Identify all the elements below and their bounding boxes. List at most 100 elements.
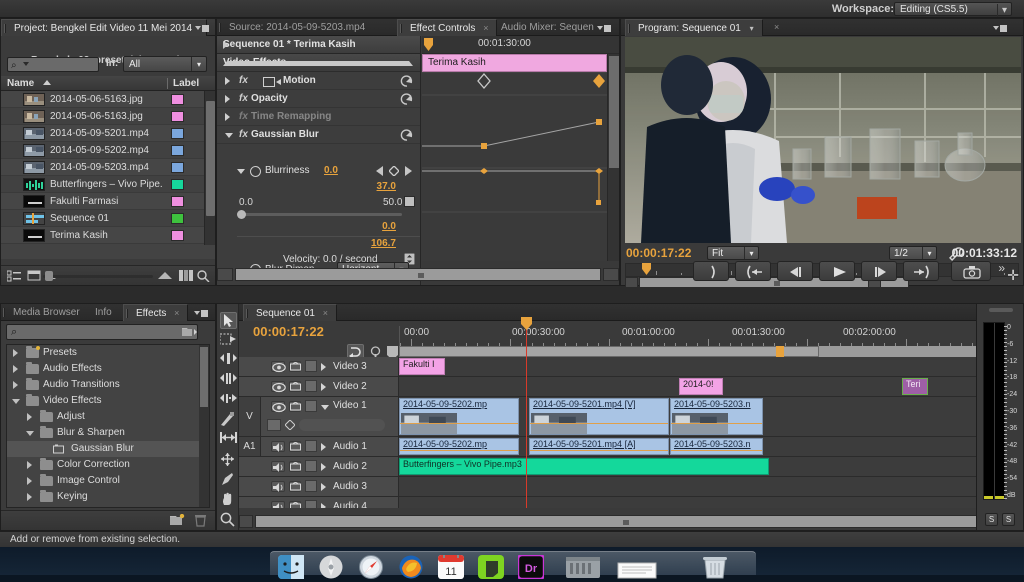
add-button-icon[interactable]: ✛ [1007,267,1019,284]
selection-tool[interactable] [220,312,237,329]
chevron-right-icon[interactable] [223,41,414,49]
effect-row[interactable]: fx Opacity [217,90,420,108]
dock-notes-icon[interactable] [478,555,504,579]
effects-tree-folder[interactable]: Video Effects [7,393,209,409]
disclosure-triangle-icon[interactable] [12,399,20,404]
reset-icon[interactable] [400,93,413,105]
add-remove-keyframe-icon[interactable] [284,419,296,433]
timeline-clip[interactable]: Fakulti I [399,358,445,375]
item-label-color[interactable] [171,128,184,139]
scrollbar-track[interactable] [255,515,991,528]
effects-tree-folder[interactable]: Audio Transitions [7,377,209,393]
project-in-filter-select[interactable]: All ▾ [123,56,207,72]
blurriness-slider-knob[interactable] [237,210,246,219]
project-item-row[interactable]: 2014-05-06-5163.jpg [1,91,215,108]
disclosure-triangle-icon[interactable] [27,461,32,469]
item-label-color[interactable] [171,145,184,156]
timeline-tracks[interactable]: Video 3 Fakulti I Video 2 2014-0! Teri V Video… [239,357,1023,508]
reset-icon[interactable] [400,75,413,87]
project-item-row[interactable]: Butterfingers – Vivo Pipe. [1,176,215,193]
track-header[interactable]: Audio 4 [239,497,399,508]
project-item-row[interactable]: 2014-05-06-5163.jpg [1,108,215,125]
blurriness-slider-track[interactable] [240,213,402,216]
rate-stretch-tool[interactable] [220,392,237,409]
disclosure-triangle-icon[interactable] [225,95,230,103]
track-header[interactable]: Video 3 [239,357,399,376]
play-button[interactable] [819,261,855,281]
tab-effects[interactable]: Effects × [123,304,189,321]
timeline-track[interactable]: Video 2 2014-0! Teri [239,377,1023,397]
track-header[interactable]: Audio 3 [239,477,399,496]
zoom-tool[interactable] [220,512,237,529]
solo-left-button[interactable]: S [985,513,998,526]
toggle-sync-lock-icon[interactable] [289,381,301,392]
reset-icon[interactable] [400,129,413,141]
effects-panel-menu-icon[interactable] [194,308,210,318]
timeline-clip[interactable]: Teri [902,378,928,395]
scroll-left-cap[interactable] [217,268,233,281]
column-label[interactable]: Label [173,76,199,91]
close-icon[interactable]: × [323,308,328,318]
close-icon[interactable]: × [483,23,488,33]
column-name[interactable]: Name [7,76,34,91]
disclosure-triangle-icon[interactable] [225,77,230,85]
effects-tree-scrollbar[interactable] [199,345,209,507]
close-icon[interactable]: × [174,308,179,318]
tab-program-monitor[interactable]: Program: Sequence 01 ▾ [625,19,763,36]
toggle-track-lock-icon[interactable] [305,380,317,392]
disclosure-triangle-icon[interactable] [321,483,326,491]
blurriness-value[interactable]: 0.0 [324,162,338,180]
dock-utilities-folder-icon[interactable] [566,555,600,579]
next-keyframe-icon[interactable] [405,166,413,179]
disclosure-triangle-icon[interactable] [27,493,32,501]
pen-tool[interactable] [220,472,237,489]
keyframe-graph[interactable] [422,72,609,261]
timeline-clip[interactable]: 2014-05-09-5203.n [670,438,763,455]
mark-in-out-button[interactable] [693,261,729,281]
disclosure-triangle-icon[interactable] [225,133,233,138]
dock-stickies-icon[interactable] [616,555,658,579]
disclosure-triangle-icon[interactable] [13,365,18,373]
toggle-track-lock-icon[interactable] [305,500,317,508]
program-video-frame[interactable] [625,37,1021,243]
disclosure-triangle-icon[interactable] [27,477,32,485]
dock-finder-icon[interactable] [278,555,304,579]
dock-dreamweaver-icon[interactable]: Dr [516,553,546,581]
show-keyframes-icon[interactable] [267,419,281,431]
keyframe-vertical-scrollbar[interactable] [607,54,619,261]
mute-track-icon[interactable] [271,501,285,508]
track-clip-area[interactable]: Butterfingers – Vivo Pipe.mp3 [399,457,1007,476]
dock-safari-icon[interactable] [358,555,384,579]
disclosure-triangle-icon[interactable] [26,431,34,436]
track-clip-area[interactable]: 2014-0! Teri [399,377,1007,396]
add-keyframe-icon[interactable] [388,165,400,177]
slip-tool[interactable] [220,432,237,449]
new-bin-icon[interactable] [170,513,185,530]
effect-row[interactable]: fx Time Remapping [217,108,420,126]
item-label-color[interactable] [171,213,184,224]
zoom-slider-knob[interactable] [45,271,53,281]
timeline-playhead[interactable] [521,317,532,508]
ripple-edit-tool[interactable] [220,352,237,369]
go-to-out-button[interactable] [903,261,939,281]
scrollbar-thumb[interactable] [609,56,619,168]
toggle-track-output-icon[interactable] [271,381,286,393]
effect-controls-horizontal-scrollbar[interactable] [217,268,619,281]
project-item-row[interactable]: Sequence 01 [1,210,215,227]
rolling-edit-tool[interactable] [220,372,237,389]
effects-tree-folder[interactable]: Color Correction [7,457,209,473]
slide-tool[interactable] [220,452,237,469]
effects-tree-item[interactable]: Gaussian Blur [7,441,209,457]
disclosure-triangle-icon[interactable] [321,363,326,371]
toggle-track-lock-icon[interactable] [305,460,317,472]
tab-sequence-01[interactable]: Sequence 01 × [243,304,337,321]
dock-launchpad-icon[interactable] [318,555,344,579]
effect-row[interactable]: fx Gaussian Blur [217,126,420,144]
disclosure-triangle-icon[interactable] [321,463,326,471]
item-label-color[interactable] [171,94,184,105]
new-custom-bin-icon[interactable] [181,325,197,339]
timeline-clip[interactable]: 2014-05-09-5201.mp4 [V] [529,398,669,435]
effect-controls-clip-bar[interactable]: Terima Kasih [422,54,607,72]
effect-controls-ruler[interactable]: 00:01:30:00 [422,36,619,54]
timeline-current-timecode[interactable]: 00:00:17:22 [253,324,324,339]
